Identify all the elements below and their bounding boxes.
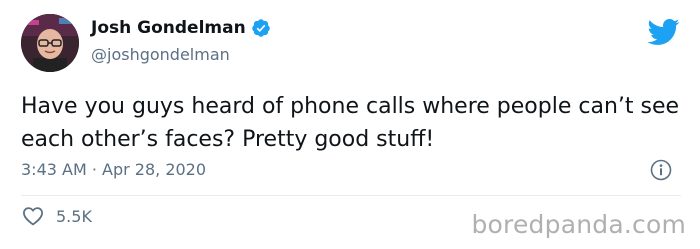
author-name-row[interactable]: Josh Gondelman bbox=[91, 18, 271, 38]
like-button[interactable]: 5.5K bbox=[22, 206, 92, 226]
info-icon[interactable] bbox=[650, 159, 672, 181]
author-display-name[interactable]: Josh Gondelman bbox=[91, 18, 246, 38]
tweet-card: Josh Gondelman @joshgondelman Have you g… bbox=[0, 0, 700, 249]
avatar[interactable] bbox=[21, 14, 79, 72]
avatar-photo bbox=[21, 14, 79, 72]
twitter-bird-icon[interactable] bbox=[646, 18, 680, 46]
tweet-timestamp[interactable]: 3:43 AM · Apr 28, 2020 bbox=[21, 160, 206, 179]
heart-icon bbox=[22, 206, 44, 226]
author-handle[interactable]: @joshgondelman bbox=[91, 45, 230, 64]
divider bbox=[21, 195, 681, 196]
verified-badge-icon bbox=[251, 18, 271, 38]
watermark: boredpanda.com bbox=[471, 210, 686, 239]
like-count: 5.5K bbox=[56, 206, 92, 226]
tweet-text: Have you guys heard of phone calls where… bbox=[21, 94, 680, 152]
